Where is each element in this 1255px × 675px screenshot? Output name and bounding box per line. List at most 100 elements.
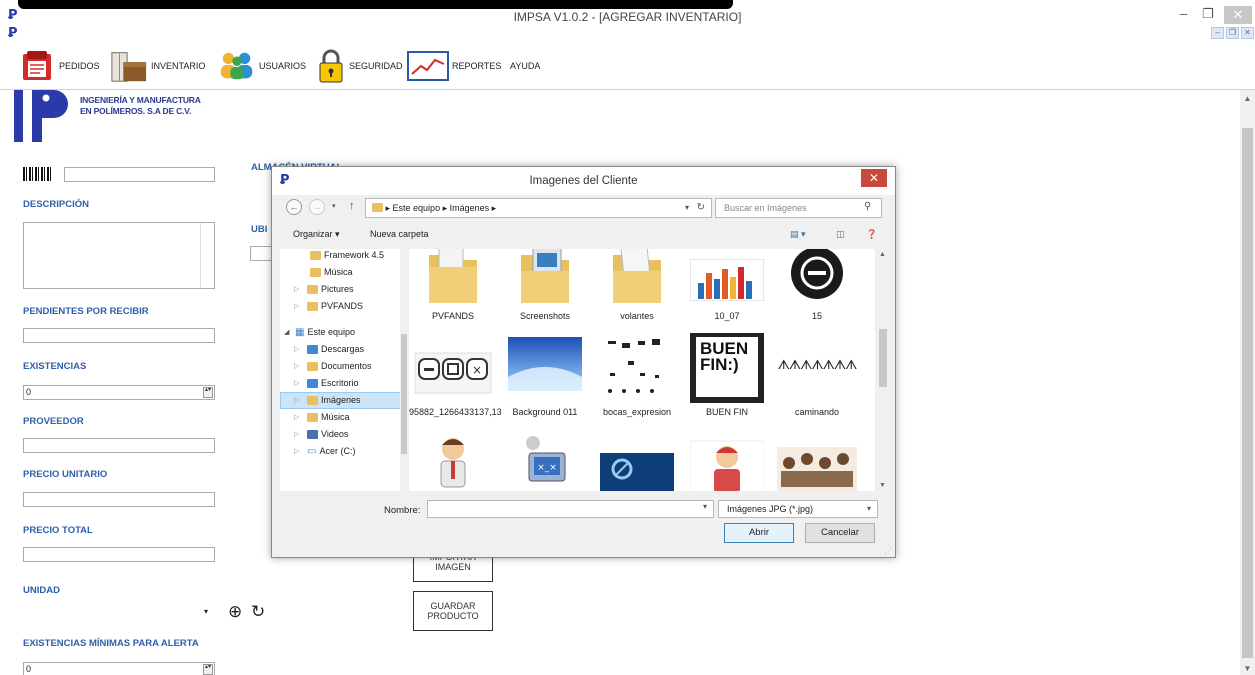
- view-options-icon[interactable]: ▤ ▾: [790, 229, 806, 240]
- file-type-select[interactable]: Imágenes JPG (*.jpg) ▾: [718, 500, 878, 518]
- tree-item[interactable]: ▷ Videos: [280, 426, 402, 443]
- file-type-value: Imágenes JPG (*.jpg): [727, 504, 814, 514]
- recent-dropdown-icon[interactable]: ▾: [332, 202, 336, 210]
- menu-usuarios[interactable]: USUARIOS: [218, 47, 306, 85]
- main-scrollbar[interactable]: ▲ ▼: [1240, 90, 1255, 675]
- existencias-input[interactable]: 0 ▴▾: [23, 385, 215, 400]
- expand-icon[interactable]: ▷: [294, 443, 304, 460]
- file-item[interactable]: ×_×: [501, 433, 589, 491]
- refresh-icon[interactable]: ↻: [251, 603, 265, 620]
- existencias-spinner[interactable]: ▴▾: [203, 387, 213, 398]
- main-scrollbar-thumb[interactable]: [1242, 128, 1253, 658]
- proveedor-input[interactable]: [23, 438, 215, 453]
- file-list-scrollbar-thumb[interactable]: [879, 329, 887, 387]
- expand-icon[interactable]: ▷: [294, 341, 304, 358]
- collapse-icon[interactable]: ◢: [284, 324, 292, 341]
- pendientes-input[interactable]: [23, 328, 215, 343]
- tree-scrollbar-thumb[interactable]: [401, 334, 407, 454]
- tree-item[interactable]: ▷ Descargas: [280, 341, 402, 358]
- expand-icon[interactable]: ▷: [294, 426, 304, 443]
- mouths-image-thumbnail: [600, 333, 674, 403]
- tree-item[interactable]: ▷ Escritorio: [280, 375, 402, 392]
- refresh-address-icon[interactable]: ↻: [697, 199, 705, 217]
- menu-reportes[interactable]: REPORTES: [407, 47, 501, 85]
- file-item[interactable]: PVFANDS: [409, 249, 497, 322]
- pictures-folder-icon: [307, 396, 318, 405]
- precio-total-input[interactable]: [23, 547, 215, 562]
- precio-unitario-input[interactable]: [23, 492, 215, 507]
- existencias-minimas-spinner[interactable]: ▴▾: [203, 664, 213, 675]
- tree-scrollbar[interactable]: [400, 249, 407, 491]
- expand-icon[interactable]: ▷: [294, 409, 304, 426]
- tree-item[interactable]: ▷ ▭ Acer (C:): [280, 443, 402, 460]
- file-item[interactable]: [593, 433, 681, 491]
- descripcion-scrollbar[interactable]: [200, 223, 214, 288]
- back-icon[interactable]: ←: [286, 199, 302, 215]
- open-button[interactable]: Abrir: [724, 523, 794, 543]
- address-dropdown-icon[interactable]: ▾: [685, 199, 689, 217]
- file-scroll-down-icon[interactable]: ▼: [879, 482, 886, 489]
- address-bar[interactable]: ▸ Este equipo ▸ Imágenes ▸ ▾ ↻: [365, 198, 712, 218]
- menu-inventario[interactable]: INVENTARIO: [110, 47, 205, 85]
- expand-icon[interactable]: ▷: [294, 298, 304, 315]
- maximize-button[interactable]: ❐: [1202, 6, 1214, 22]
- add-unit-icon[interactable]: ⊕: [228, 603, 242, 620]
- expand-icon[interactable]: ▷: [294, 358, 304, 375]
- cancel-button[interactable]: Cancelar: [805, 523, 875, 543]
- tree-item-este-equipo[interactable]: ◢ ▦ Este equipo: [280, 324, 402, 341]
- preview-pane-icon[interactable]: ◫: [836, 229, 845, 240]
- file-item[interactable]: Background 011: [501, 333, 589, 418]
- tree-item[interactable]: ▷ Música: [280, 409, 402, 426]
- file-item[interactable]: 10_07: [683, 249, 771, 322]
- tree-item[interactable]: Música: [280, 264, 402, 281]
- file-name-input[interactable]: ▾: [427, 500, 714, 518]
- file-item[interactable]: Screenshots: [501, 249, 589, 322]
- file-item[interactable]: [773, 433, 861, 491]
- tree-item[interactable]: ▷ Documentos: [280, 358, 402, 375]
- file-list-scrollbar[interactable]: ▲ ▼: [875, 249, 891, 491]
- file-label: Background 011: [512, 407, 578, 417]
- tree-item[interactable]: ▷ Pictures: [280, 281, 402, 298]
- scroll-down-icon[interactable]: ▼: [1240, 664, 1255, 673]
- file-name-dropdown-icon[interactable]: ▾: [703, 502, 707, 511]
- mdi-close-button[interactable]: ✕: [1241, 27, 1254, 39]
- close-button[interactable]: ✕: [1224, 6, 1252, 24]
- expand-icon[interactable]: ▷: [294, 375, 304, 392]
- descripcion-textarea[interactable]: [23, 222, 215, 289]
- file-item[interactable]: [683, 433, 771, 491]
- file-item[interactable]: ᗑᗑᗑᗑᗑᗑᗑ caminando: [773, 333, 861, 418]
- menu-seguridad[interactable]: SEGURIDAD: [316, 47, 403, 85]
- scroll-up-icon[interactable]: ▲: [1240, 94, 1255, 103]
- dialog-close-button[interactable]: ✕: [861, 169, 887, 187]
- expand-icon[interactable]: ▷: [294, 392, 304, 409]
- up-icon[interactable]: ↑: [349, 200, 355, 212]
- mdi-restore-button[interactable]: ❐: [1226, 27, 1239, 39]
- tree-item[interactable]: ▷ PVFANDS: [280, 298, 402, 315]
- barcode-input[interactable]: [64, 167, 215, 182]
- menu-ayuda[interactable]: AYUDA: [510, 47, 540, 85]
- tree-item-imagenes-selected[interactable]: ▷ Imágenes: [280, 392, 402, 409]
- new-folder-button[interactable]: Nueva carpeta: [370, 229, 429, 239]
- resize-grip-icon[interactable]: ⋰: [884, 546, 892, 555]
- file-scroll-up-icon[interactable]: ▲: [879, 251, 886, 258]
- search-icon[interactable]: ⚲: [864, 201, 871, 212]
- file-item[interactable]: [409, 433, 497, 491]
- file-item[interactable]: bocas_expresion: [593, 333, 681, 418]
- guardar-producto-button[interactable]: GUARDAR PRODUCTO: [413, 591, 493, 631]
- search-input[interactable]: Buscar en Imágenes: [715, 198, 882, 218]
- existencias-minimas-input[interactable]: 0 ▴▾: [23, 662, 215, 675]
- unidad-dropdown-arrow[interactable]: ▾: [204, 607, 208, 616]
- organize-button[interactable]: Organizar ▾: [293, 229, 340, 240]
- menu-pedidos[interactable]: PEDIDOS: [18, 47, 100, 85]
- forward-icon[interactable]: →: [309, 199, 325, 215]
- file-type-dropdown-icon[interactable]: ▾: [867, 501, 871, 517]
- file-item[interactable]: 15: [773, 249, 861, 322]
- tree-item[interactable]: Framework 4.5: [280, 249, 402, 264]
- file-item[interactable]: volantes: [593, 249, 681, 322]
- mdi-minimize-button[interactable]: –: [1211, 27, 1224, 39]
- file-item[interactable]: BUEN FIN:) BUEN FIN: [683, 333, 771, 418]
- help-icon[interactable]: ❓: [866, 229, 877, 240]
- expand-icon[interactable]: ▷: [294, 281, 304, 298]
- minimize-button[interactable]: –: [1180, 6, 1187, 21]
- file-item[interactable]: × 95882_1266433137,13: [409, 333, 502, 418]
